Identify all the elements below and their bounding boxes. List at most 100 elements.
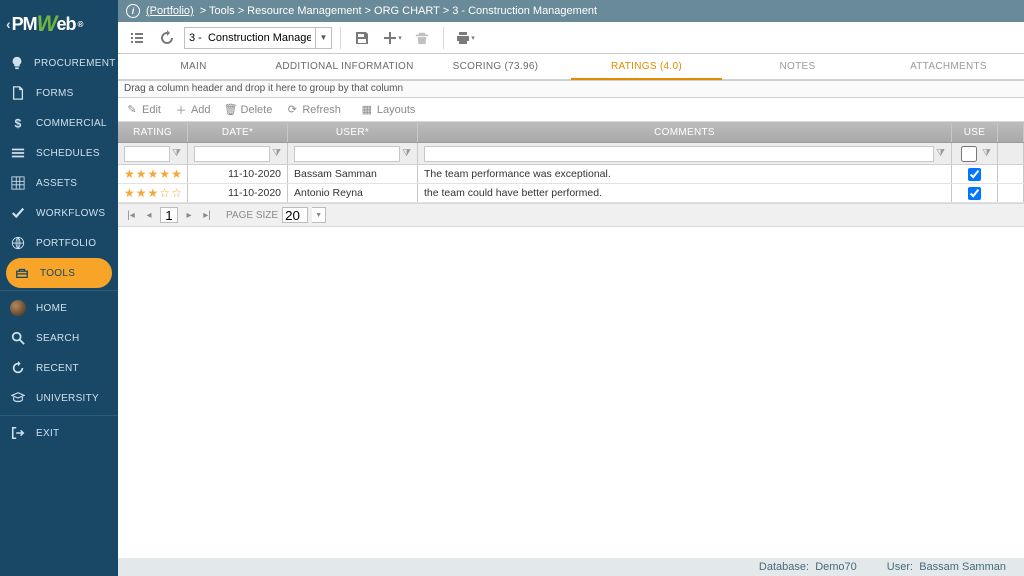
sidebar-item-home[interactable]: HOME bbox=[0, 293, 118, 323]
nav: PROCUREMENT FORMS $COMMERCIAL SCHEDULES ASSE… bbox=[0, 48, 118, 576]
doc-icon bbox=[10, 85, 26, 101]
add-icon[interactable]: ▾ bbox=[379, 26, 405, 50]
filter-comments[interactable] bbox=[424, 146, 934, 162]
filter-user[interactable] bbox=[294, 146, 400, 162]
sidebar-item-procurement[interactable]: PROCUREMENT bbox=[0, 48, 118, 78]
col-date[interactable]: DATE* bbox=[188, 123, 288, 142]
dropdown-icon[interactable]: ▼ bbox=[315, 28, 331, 48]
layouts-button[interactable]: ▦Layouts bbox=[361, 104, 416, 116]
sidebar-item-label: WORKFLOWS bbox=[36, 208, 105, 219]
info-icon[interactable]: i bbox=[126, 4, 140, 18]
col-tail bbox=[998, 123, 1024, 142]
tab-attachments[interactable]: ATTACHMENTS bbox=[873, 54, 1024, 79]
sidebar-item-portfolio[interactable]: PORTFOLIO bbox=[0, 228, 118, 258]
tab-bar: MAINADDITIONAL INFORMATIONSCORING (73.96… bbox=[118, 54, 1024, 80]
print-icon[interactable]: ▾ bbox=[452, 26, 478, 50]
history-icon[interactable] bbox=[154, 26, 180, 50]
sidebar-item-assets[interactable]: ASSETS bbox=[0, 168, 118, 198]
use-checkbox[interactable] bbox=[968, 168, 981, 181]
grid-toolbar: ✎Edit ＋Add 🗑Delete ⟳Refresh ▦Layouts bbox=[118, 98, 1024, 122]
save-icon[interactable] bbox=[349, 26, 375, 50]
sidebar-item-search[interactable]: SEARCH bbox=[0, 323, 118, 353]
sidebar-item-label: SCHEDULES bbox=[36, 148, 100, 159]
refresh-button[interactable]: ⟳Refresh bbox=[286, 104, 341, 116]
col-rating[interactable]: RATING bbox=[118, 123, 188, 142]
tab-notes[interactable]: NOTES bbox=[722, 54, 873, 79]
sidebar-item-label: FORMS bbox=[36, 88, 74, 99]
filter-rating[interactable] bbox=[124, 146, 170, 162]
record-selector-input[interactable] bbox=[185, 32, 315, 44]
grad-icon bbox=[10, 390, 26, 406]
breadcrumb: i (Portfolio) > Tools > Resource Managem… bbox=[118, 0, 1024, 22]
logo-text: PM bbox=[12, 14, 37, 35]
avatar-icon bbox=[10, 300, 26, 316]
pager-page-input[interactable] bbox=[160, 207, 178, 223]
star-icon: ☆ bbox=[171, 187, 182, 199]
star-icon: ★ bbox=[159, 168, 170, 180]
sidebar-item-tools[interactable]: TOOLS bbox=[6, 258, 112, 288]
star-icon: ★ bbox=[136, 187, 147, 199]
sidebar-item-commercial[interactable]: $COMMERCIAL bbox=[0, 108, 118, 138]
record-selector[interactable]: ▼ bbox=[184, 27, 332, 49]
sidebar-item-label: EXIT bbox=[36, 428, 59, 439]
grid-header: RATING DATE* USER* COMMENTS USE bbox=[118, 123, 1024, 143]
page-size-input[interactable] bbox=[282, 207, 308, 223]
grid-filter-row: ⧩ ⧩ ⧩ ⧩ ⧩ bbox=[118, 143, 1024, 165]
pager-next-icon[interactable]: ▸ bbox=[182, 210, 196, 221]
cell-date: 11-10-2020 bbox=[188, 165, 288, 183]
table-row[interactable]: ★★★★★11-10-2020Bassam SammanThe team per… bbox=[118, 165, 1024, 184]
sidebar-item-workflows[interactable]: WORKFLOWS bbox=[0, 198, 118, 228]
add-button[interactable]: ＋Add bbox=[175, 104, 211, 116]
funnel-icon[interactable]: ⧩ bbox=[936, 148, 945, 159]
tab-scoring-[interactable]: SCORING (73.96) bbox=[420, 54, 571, 79]
sidebar-item-university[interactable]: UNIVERSITY bbox=[0, 383, 118, 413]
delete-icon[interactable] bbox=[409, 26, 435, 50]
page-size-dropdown-icon[interactable]: ▼ bbox=[312, 207, 326, 223]
sidebar-item-exit[interactable]: EXIT bbox=[0, 418, 118, 448]
breadcrumb-root-link[interactable]: (Portfolio) bbox=[146, 5, 194, 17]
filter-use[interactable] bbox=[958, 146, 980, 162]
cell-date: 11-10-2020 bbox=[188, 184, 288, 202]
col-comments[interactable]: COMMENTS bbox=[418, 123, 952, 142]
collapse-sidebar-icon[interactable]: ‹ bbox=[6, 16, 10, 32]
pager-last-icon[interactable]: ▸| bbox=[200, 210, 214, 221]
status-user: Bassam Samman bbox=[919, 561, 1006, 573]
delete-button[interactable]: 🗑Delete bbox=[225, 104, 273, 116]
sidebar-item-label: SEARCH bbox=[36, 333, 79, 344]
group-hint: Drag a column header and drop it here to… bbox=[118, 80, 1024, 98]
status-bar: Database: Demo70 User: Bassam Samman bbox=[118, 558, 1024, 576]
star-icon: ★ bbox=[124, 168, 135, 180]
refresh-icon: ⟳ bbox=[286, 104, 298, 116]
dollar-icon: $ bbox=[10, 115, 26, 131]
table-row[interactable]: ★★★☆☆11-10-2020Antonio Reynathe team cou… bbox=[118, 184, 1024, 203]
star-icon: ★ bbox=[148, 187, 159, 199]
exit-icon bbox=[10, 425, 26, 441]
funnel-icon[interactable]: ⧩ bbox=[272, 148, 281, 159]
status-user-label: User: bbox=[887, 561, 913, 573]
tab-ratings-[interactable]: RATINGS (4.0) bbox=[571, 54, 722, 80]
star-icon: ★ bbox=[171, 168, 182, 180]
tab-main[interactable]: MAIN bbox=[118, 54, 269, 79]
sidebar-item-forms[interactable]: FORMS bbox=[0, 78, 118, 108]
status-db: Demo70 bbox=[815, 561, 857, 573]
rating-stars: ★★★☆☆ bbox=[124, 187, 182, 199]
pager-prev-icon[interactable]: ◂ bbox=[142, 210, 156, 221]
sidebar-item-schedules[interactable]: SCHEDULES bbox=[0, 138, 118, 168]
toolbox-icon bbox=[14, 265, 30, 281]
funnel-icon[interactable]: ⧩ bbox=[402, 148, 411, 159]
col-use[interactable]: USE bbox=[952, 123, 998, 142]
list-view-icon[interactable] bbox=[124, 26, 150, 50]
funnel-icon[interactable]: ⧩ bbox=[172, 148, 181, 159]
logo-text: W bbox=[37, 11, 57, 37]
pager-first-icon[interactable]: |◂ bbox=[124, 210, 138, 221]
funnel-icon[interactable]: ⧩ bbox=[982, 148, 991, 159]
tab-additional-information[interactable]: ADDITIONAL INFORMATION bbox=[269, 54, 420, 79]
filter-date[interactable] bbox=[194, 146, 270, 162]
sidebar-item-recent[interactable]: RECENT bbox=[0, 353, 118, 383]
trash-icon: 🗑 bbox=[225, 104, 237, 116]
sidebar-item-label: PORTFOLIO bbox=[36, 238, 96, 249]
cell-comments: The team performance was exceptional. bbox=[418, 165, 952, 183]
use-checkbox[interactable] bbox=[968, 187, 981, 200]
col-user[interactable]: USER* bbox=[288, 123, 418, 142]
edit-button[interactable]: ✎Edit bbox=[126, 104, 161, 116]
